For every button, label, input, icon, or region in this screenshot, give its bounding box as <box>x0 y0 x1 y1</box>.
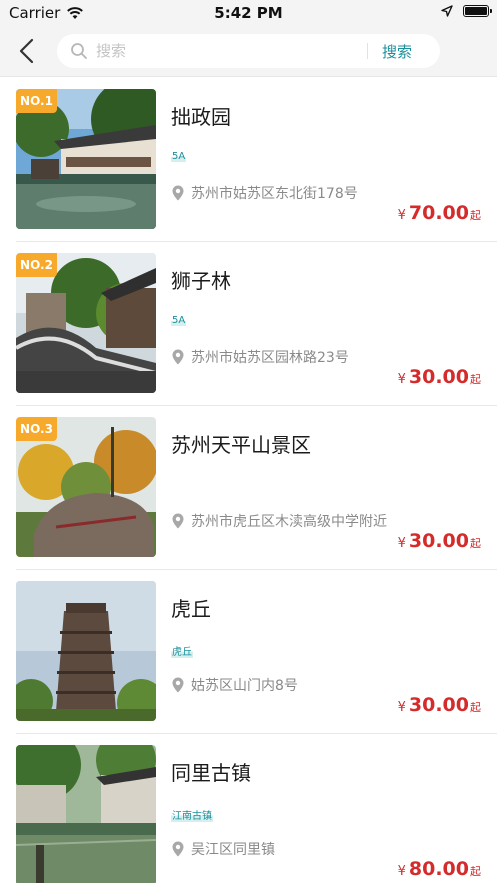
currency-symbol: ¥ <box>397 864 406 879</box>
scenic-address: 吴江区同里镇 <box>171 839 275 859</box>
price-suffix: 起 <box>470 865 481 878</box>
price-suffix: 起 <box>470 209 481 222</box>
scenic-address: 苏州市姑苏区园林路23号 <box>171 347 349 367</box>
scenic-tag: 江南古镇 <box>171 806 213 822</box>
scenic-thumbnail: NO.2 <box>16 253 156 393</box>
scenic-address: 苏州市虎丘区木渎高级中学附近 <box>171 511 387 531</box>
rank-badge: NO.1 <box>16 89 57 113</box>
scenic-title: 虎丘 <box>171 597 211 621</box>
scenic-address: 姑苏区山门内8号 <box>171 675 298 695</box>
scenic-title: 同里古镇 <box>171 761 251 785</box>
location-arrow-icon <box>441 5 453 17</box>
scenic-tag: 虎丘 <box>171 642 193 658</box>
search-button[interactable]: 搜索 <box>382 41 412 62</box>
price: ¥ 70.00 起 <box>398 202 481 224</box>
price: ¥ 30.00 起 <box>398 366 481 388</box>
location-pin-icon <box>172 349 184 365</box>
price: ¥ 80.00 起 <box>398 858 481 880</box>
scenic-thumbnail: NO.3 <box>16 417 156 557</box>
battery-icon <box>463 5 492 17</box>
scenic-title: 苏州天平山景区 <box>171 433 311 457</box>
scenic-thumbnail: NO.1 <box>16 89 156 229</box>
address-text: 苏州市姑苏区东北街178号 <box>191 186 358 202</box>
address-text: 吴江区同里镇 <box>191 842 275 858</box>
price: ¥ 30.00 起 <box>398 694 481 716</box>
address-text: 苏州市虎丘区木渎高级中学附近 <box>191 514 387 530</box>
scenic-title: 拙政园 <box>171 105 231 129</box>
list-item[interactable]: 虎丘 虎丘 姑苏区山门内8号 ¥ 30.00 起 <box>0 570 497 734</box>
scenic-tag: 5A <box>171 314 187 326</box>
price-suffix: 起 <box>470 701 481 714</box>
search-icon <box>71 43 87 59</box>
scenic-address: 苏州市姑苏区东北街178号 <box>171 183 358 203</box>
list-item[interactable]: NO.2 狮子林 5A 苏州市姑苏区园林路23号 ¥ 30.00 起 <box>0 242 497 406</box>
scenic-thumbnail <box>16 745 156 883</box>
search-divider <box>367 43 368 59</box>
currency-symbol: ¥ <box>397 700 406 715</box>
back-button[interactable] <box>14 37 40 65</box>
list-item[interactable]: 同里古镇 江南古镇 吴江区同里镇 ¥ 80.00 起 <box>0 734 497 883</box>
price: ¥ 30.00 起 <box>398 530 481 552</box>
price-value: 70.00 <box>408 202 469 224</box>
location-pin-icon <box>172 185 184 201</box>
rank-badge: NO.3 <box>16 417 57 441</box>
rank-badge: NO.2 <box>16 253 57 277</box>
scenic-list: NO.1 拙政园 5A 苏州市姑苏区东北街178号 ¥ 70.00 起 NO.2… <box>0 78 497 883</box>
list-item[interactable]: NO.3 苏州天平山景区 苏州市虎丘区木渎高级中学附近 ¥ 30.00 起 <box>0 406 497 570</box>
address-text: 苏州市姑苏区园林路23号 <box>191 350 349 366</box>
price-value: 30.00 <box>408 366 469 388</box>
address-text: 姑苏区山门内8号 <box>191 678 298 694</box>
status-right <box>441 5 492 17</box>
screen: Carrier 5:42 PM 搜索 搜索 NO.1 拙政园 5A 苏州市姑苏区… <box>0 0 497 883</box>
location-pin-icon <box>172 677 184 693</box>
status-bar: Carrier 5:42 PM <box>0 0 497 26</box>
price-value: 30.00 <box>408 694 469 716</box>
list-item[interactable]: NO.1 拙政园 5A 苏州市姑苏区东北街178号 ¥ 70.00 起 <box>0 78 497 242</box>
price-suffix: 起 <box>470 373 481 386</box>
price-value: 30.00 <box>408 530 469 552</box>
location-pin-icon <box>172 841 184 857</box>
currency-symbol: ¥ <box>397 536 406 551</box>
scenic-thumbnail <box>16 581 156 721</box>
currency-symbol: ¥ <box>397 208 406 223</box>
search-box[interactable]: 搜索 <box>57 34 440 68</box>
scenic-title: 狮子林 <box>171 269 231 293</box>
status-time: 5:42 PM <box>214 4 283 22</box>
nav-bar: 搜索 <box>0 26 497 77</box>
currency-symbol: ¥ <box>397 372 406 387</box>
scenic-tag: 5A <box>171 150 187 162</box>
price-suffix: 起 <box>470 537 481 550</box>
location-pin-icon <box>172 513 184 529</box>
price-value: 80.00 <box>408 858 469 880</box>
search-input[interactable] <box>96 42 361 60</box>
